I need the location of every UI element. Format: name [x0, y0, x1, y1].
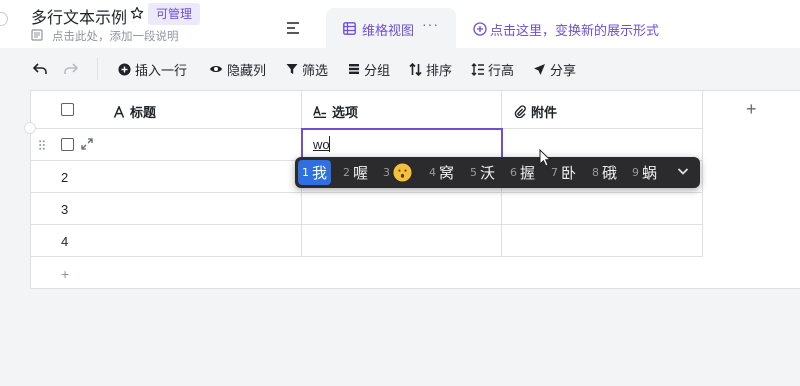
insert-row-label: 插入一行 [135, 63, 188, 79]
filter-icon [286, 64, 298, 74]
sheet-title[interactable]: 多行文本示例 [31, 4, 127, 28]
description-field[interactable]: 点击此处，添加一段说明 [52, 28, 179, 44]
ime-candidate[interactable]: 1我 [298, 160, 332, 185]
ime-candidate[interactable]: 2喔 [343, 160, 368, 185]
group-icon [349, 64, 359, 74]
chevron-down-icon[interactable] [677, 165, 689, 177]
row-number: 2 [61, 170, 69, 185]
send-icon [534, 63, 545, 75]
filter-button[interactable]: 筛选 [286, 61, 329, 79]
ime-candidate[interactable]: 3 [383, 160, 412, 185]
sort-label: 排序 [426, 63, 453, 79]
column-label: 标题 [130, 106, 157, 121]
more-icon[interactable]: ··· [422, 16, 439, 32]
plus-circle-icon [473, 22, 487, 36]
hide-columns-button[interactable]: 隐藏列 [209, 61, 267, 79]
row-height-button[interactable]: 行高 [471, 61, 515, 79]
option-field-icon [313, 105, 326, 118]
tab-label: 维格视图 [362, 24, 415, 39]
add-view-button[interactable]: 点击这里，变换新的展示形式 [473, 21, 660, 39]
share-button[interactable]: 分享 [533, 61, 577, 79]
data-grid: 标题 选项 附件 + wo 2 3 4 + [30, 90, 800, 289]
row-number: 4 [61, 234, 69, 249]
filter-label: 筛选 [302, 63, 329, 79]
grid-line [702, 91, 703, 257]
row-height-icon [471, 62, 484, 76]
collapse-sidebar-handle[interactable] [0, 12, 8, 26]
add-column-button[interactable]: + [746, 99, 757, 120]
column-header-attachment[interactable]: 附件 [514, 102, 557, 121]
group-label: 分组 [364, 63, 391, 79]
share-label: 分享 [550, 63, 577, 79]
grid-line [31, 256, 703, 257]
text-caret [329, 136, 330, 152]
tab-grid-view[interactable]: 维格视图 ··· [326, 8, 456, 48]
ime-candidate[interactable]: 5沃 [470, 160, 495, 185]
ime-candidate[interactable]: 6握 [510, 160, 535, 185]
toolbar-divider [97, 58, 98, 80]
grid-line [31, 192, 703, 193]
eye-icon [210, 66, 222, 72]
group-button[interactable]: 分组 [348, 61, 391, 79]
ime-candidate[interactable]: 9蜗 [632, 160, 657, 185]
plus-circle-icon [118, 62, 131, 76]
mouse-pointer-icon [539, 149, 551, 167]
toolbar: 插入一行 隐藏列 筛选 分组 排序 行高 分享 [0, 48, 800, 90]
menu-icon[interactable] [286, 22, 300, 34]
cell-input-text: wo [313, 137, 330, 152]
sort-icon [409, 62, 422, 76]
ime-candidate[interactable]: 8硪 [592, 160, 617, 185]
star-icon[interactable] [130, 6, 144, 20]
ime-candidate[interactable]: 7卧 [551, 160, 576, 185]
select-all-checkbox[interactable] [61, 103, 74, 116]
insert-row-button[interactable]: 插入一行 [118, 61, 188, 79]
ime-candidate-bar: 1我 2喔 3 4窝 5沃 6握 7卧 8硪 9蜗 [295, 157, 700, 188]
row-edge-handle[interactable] [24, 122, 36, 134]
row-height-label: 行高 [488, 63, 515, 79]
description-icon [31, 29, 43, 41]
drag-handle-icon[interactable] [39, 140, 45, 150]
undo-icon [33, 63, 47, 74]
expand-record-icon[interactable] [81, 138, 93, 150]
add-view-label: 点击这里，变换新的展示形式 [490, 23, 660, 39]
grid-line [31, 224, 703, 225]
grid-view-icon [343, 22, 356, 35]
add-row-button[interactable]: + [61, 266, 69, 282]
column-label: 附件 [531, 106, 558, 121]
paperclip-icon [514, 105, 526, 118]
hide-columns-label: 隐藏列 [227, 63, 267, 79]
sort-button[interactable]: 排序 [409, 61, 453, 79]
column-header-title[interactable]: 标题 [113, 102, 156, 121]
row-checkbox[interactable] [61, 138, 74, 151]
redo-button[interactable] [63, 61, 78, 77]
permission-badge[interactable]: 可管理 [148, 3, 201, 25]
ime-candidate[interactable]: 4窝 [429, 160, 454, 185]
undo-button[interactable] [33, 61, 48, 77]
row-number: 3 [61, 202, 69, 217]
hushed-face-emoji-icon [393, 163, 412, 182]
redo-icon [64, 63, 78, 74]
header: 多行文本示例 可管理 点击此处，添加一段说明 维格视图 ··· 点击这里，变换新… [0, 0, 800, 48]
column-label: 选项 [332, 106, 359, 121]
column-header-option[interactable]: 选项 [313, 102, 358, 121]
text-field-icon [113, 105, 125, 118]
